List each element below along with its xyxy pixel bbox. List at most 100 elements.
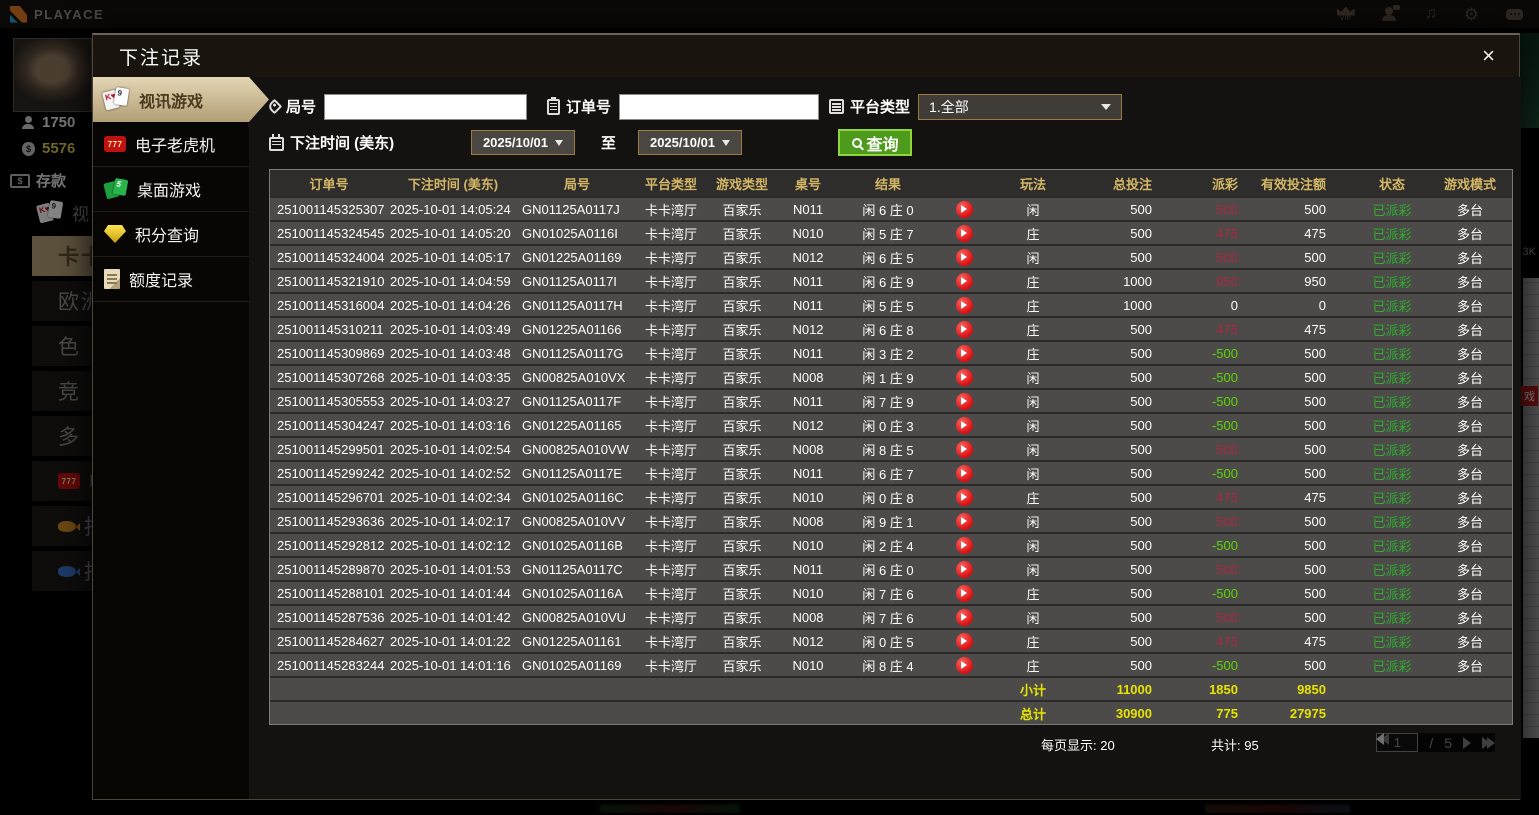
table-row: 2510011452967012025-10-01 14:02:34GN0102… [270,484,1512,508]
cell-total: 500 [1076,418,1180,433]
column-header: 订单号 [270,174,388,193]
play-video-button[interactable] [956,417,973,434]
cell-mode: 多台 [1428,368,1512,387]
cell-game: 百家乐 [706,512,778,531]
tab-label: 视讯游戏 [139,88,203,112]
table-row: 2510011453055532025-10-01 14:03:27GN0112… [270,388,1512,412]
cell-time: 2025-10-01 14:03:35 [388,370,518,385]
cell-mode: 多台 [1428,392,1512,411]
cell-round: GN01025A0116I [518,226,636,241]
cell-order: 251001145288101 [270,586,388,601]
tab-gem[interactable]: 积分查询 [93,212,249,257]
play-video-button[interactable] [956,393,973,410]
play-video-button[interactable] [956,249,973,266]
play-video-button[interactable] [956,441,973,458]
cell-mode: 多台 [1428,560,1512,579]
play-video-button[interactable] [956,465,973,482]
cell-result: 闲 8 庄 5 [838,440,938,459]
play-video-button[interactable] [956,489,973,506]
cell-time: 2025-10-01 14:03:49 [388,322,518,337]
cell-mode: 多台 [1428,200,1512,219]
cell-result: 闲 9 庄 1 [838,512,938,531]
cell-bet: 闲 [990,392,1076,411]
cell-platform: 卡卡湾厅 [636,584,706,603]
play-video-button[interactable] [956,537,973,554]
date-from-picker[interactable]: 2025/10/01 [471,130,575,155]
round-number-label: 局号 [269,96,316,117]
play-cell [938,393,990,410]
play-video-button[interactable] [956,609,973,626]
play-video-button[interactable] [956,201,973,218]
play-cell [938,465,990,482]
cell-table: N008 [778,514,838,529]
cell-game: 百家乐 [706,224,778,243]
platform-type-select[interactable]: 1.全部 [918,94,1122,120]
play-cell [938,225,990,242]
cell-game: 百家乐 [706,488,778,507]
tab-table-games[interactable]: 5桌面游戏 [93,167,249,212]
play-video-button[interactable] [956,657,973,674]
cell-total: 500 [1076,586,1180,601]
play-video-button[interactable] [956,297,973,314]
modal-tab-list: K♥9视讯游戏777电子老虎机5桌面游戏积分查询额度记录 [93,77,249,799]
order-number-input[interactable] [619,94,819,120]
date-to-picker[interactable]: 2025/10/01 [638,130,742,155]
subtotal-row: 小计1100018509850 [270,676,1512,700]
play-cell [938,249,990,266]
play-video-button[interactable] [956,561,973,578]
cell-time: 2025-10-01 14:03:48 [388,346,518,361]
cell-order: 251001145292812 [270,538,388,553]
tab-cards[interactable]: K♥9视讯游戏 [93,77,269,122]
cell-total: 500 [1076,394,1180,409]
cell-round: GN01025A01169 [518,658,636,673]
order-number-label: 订单号 [547,96,611,117]
cell-round: GN01025A0116B [518,538,636,553]
play-video-button[interactable] [956,513,973,530]
cell-game: 百家乐 [706,584,778,603]
play-video-button[interactable] [956,633,973,650]
cell-mode: 多台 [1428,224,1512,243]
tab-slots[interactable]: 777电子老虎机 [93,122,249,167]
cell-round: GN01225A01166 [518,322,636,337]
cell-order: 251001145325307 [270,202,388,217]
table-body: 2510011453253072025-10-01 14:05:24GN0112… [270,196,1512,724]
cell-game: 百家乐 [706,608,778,627]
cell-order: 251001145287536 [270,610,388,625]
cell-table: N011 [778,346,838,361]
cell-time: 2025-10-01 14:02:54 [388,442,518,457]
cell-round: GN01225A01169 [518,250,636,265]
play-video-button[interactable] [956,225,973,242]
prev-page-button[interactable] [1376,733,1495,752]
cell-game: 百家乐 [706,248,778,267]
close-icon[interactable]: × [1482,46,1495,66]
cell-total: 1000 [1076,274,1180,289]
cell-payout: 500 [1180,514,1256,529]
play-video-button[interactable] [956,585,973,602]
cell-mode: 多台 [1428,248,1512,267]
cell-order: 251001145299242 [270,466,388,481]
play-cell [938,537,990,554]
search-button[interactable]: 查询 [838,129,912,156]
play-cell [938,201,990,218]
play-video-button[interactable] [956,369,973,386]
cell-bet: 闲 [990,440,1076,459]
table-row: 2510011452936362025-10-01 14:02:17GN0082… [270,508,1512,532]
cell-valid: 500 [1256,418,1356,433]
play-cell [938,345,990,362]
round-number-input[interactable] [324,94,527,120]
play-video-button[interactable] [956,345,973,362]
play-video-button[interactable] [956,273,973,290]
cell-payout: 475 [1180,322,1256,337]
cell-bet: 庄 [990,272,1076,291]
cell-result: 闲 7 庄 6 [838,608,938,627]
cell-status: 已派彩 [1356,248,1428,267]
cell-result: 闲 5 庄 7 [838,224,938,243]
play-cell [938,369,990,386]
cell-time: 2025-10-01 14:03:27 [388,394,518,409]
bet-time-label: 下注时间 (美东) [269,132,451,153]
cell-payout: 500 [1180,442,1256,457]
play-video-button[interactable] [956,321,973,338]
cell-game: 百家乐 [706,560,778,579]
cell-valid: 475 [1256,490,1356,505]
tab-document[interactable]: 额度记录 [93,257,249,302]
